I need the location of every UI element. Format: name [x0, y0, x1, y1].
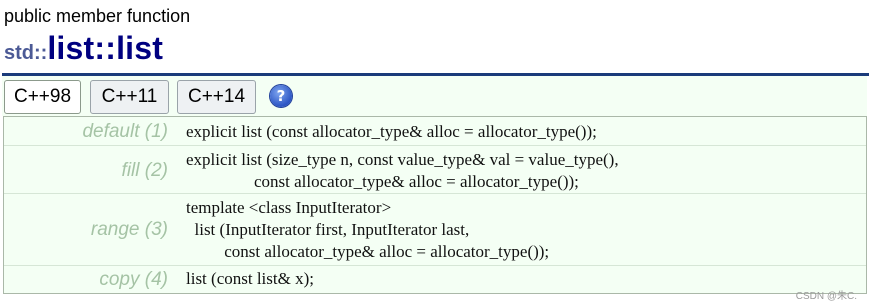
- signature-label: copy (4): [99, 269, 168, 290]
- watermark: CSDN @朱C.: [795, 291, 857, 302]
- signature-label: range (3): [90, 219, 168, 240]
- signature-code: template <class InputIterator> list (Inp…: [186, 198, 550, 261]
- signature-code: explicit list (const allocator_type& all…: [186, 122, 597, 141]
- signature-row-fill: fill (2) explicit list (size_type n, con…: [4, 145, 866, 194]
- signature-row-default: default (1) explicit list (const allocat…: [4, 117, 866, 145]
- signature-table: default (1) explicit list (const allocat…: [3, 116, 867, 294]
- signature-label: default (1): [82, 121, 168, 142]
- page-title: std::list::list: [4, 28, 163, 75]
- namespace-prefix: std::: [4, 42, 48, 64]
- signature-row-copy: copy (4) list (const list& x);: [4, 265, 866, 294]
- help-icon[interactable]: ?: [270, 85, 292, 107]
- signature-code: list (const list& x);: [186, 269, 314, 288]
- tab-cpp14[interactable]: C++14: [177, 80, 256, 114]
- function-name: list::list: [47, 30, 164, 66]
- signature-row-range: range (3) template <class InputIterator>…: [4, 193, 866, 266]
- tab-cpp98[interactable]: C++98: [4, 80, 81, 114]
- member-kind-label: public member function: [4, 6, 191, 26]
- tab-cpp11[interactable]: C++11: [90, 80, 169, 114]
- signature-code: explicit list (size_type n, const value_…: [186, 150, 619, 191]
- signature-label: fill (2): [121, 160, 168, 181]
